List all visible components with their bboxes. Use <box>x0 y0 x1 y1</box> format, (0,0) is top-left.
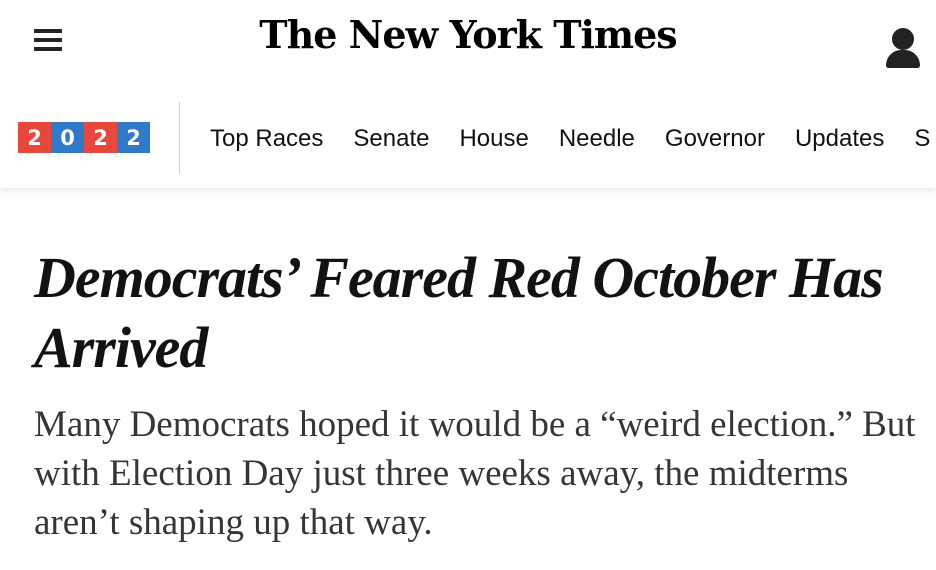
badge-digit: 0 <box>51 122 84 153</box>
article-summary: Many Democrats hoped it would be a “weir… <box>34 404 916 543</box>
nav-item-senate[interactable]: Senate <box>353 125 429 153</box>
user-account-icon[interactable] <box>886 28 920 68</box>
nav-item-needle[interactable]: Needle <box>559 125 635 153</box>
election-2022-badge[interactable]: 2 0 2 2 <box>18 122 150 153</box>
nav-item-house[interactable]: House <box>459 125 528 153</box>
nav-item-top-races[interactable]: Top Races <box>210 125 323 153</box>
nav-items: Top Races Senate House Needle Governor U… <box>210 125 936 153</box>
masthead: The New York Times <box>0 0 936 84</box>
section-nav: 2 0 2 2 Top Races Senate House Needle Go… <box>0 88 936 188</box>
badge-digit: 2 <box>84 122 117 153</box>
nav-item-updates[interactable]: Updates <box>795 125 884 153</box>
badge-digit: 2 <box>117 122 150 153</box>
badge-digit: 2 <box>18 122 51 153</box>
account-body-shape <box>886 50 920 68</box>
article-headline[interactable]: Democrats’ Feared Red October Has Arrive… <box>34 243 924 383</box>
account-head-shape <box>892 28 914 50</box>
nyt-logo[interactable]: The New York Times <box>0 12 936 57</box>
nav-item-truncated[interactable]: S <box>914 125 930 153</box>
nav-divider <box>179 102 180 174</box>
section-nav-clip: 2 0 2 2 Top Races Senate House Needle Go… <box>0 88 936 188</box>
nav-item-governor[interactable]: Governor <box>665 125 765 153</box>
